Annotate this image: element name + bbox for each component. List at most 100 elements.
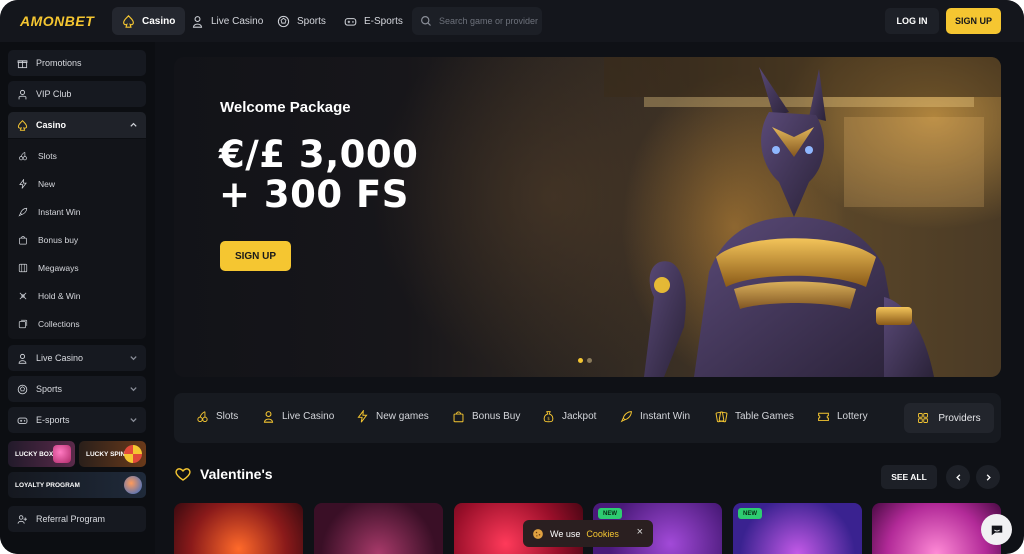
- cookie-text: We use: [550, 528, 581, 539]
- chat-button[interactable]: [981, 514, 1012, 545]
- dealer-icon: [263, 411, 274, 423]
- sidebar-item-label: Promotions: [36, 58, 82, 68]
- anubis-illustration: [604, 57, 1001, 377]
- category-live-casino[interactable]: Live Casino: [262, 410, 334, 423]
- nav-tab-label: E-Sports: [364, 15, 403, 27]
- submenu-item-label: Bonus buy: [38, 235, 79, 245]
- submenu-item-bonus-buy[interactable]: Bonus buy: [18, 230, 78, 250]
- nav-tab-esports[interactable]: E-Sports: [334, 7, 413, 35]
- sidebar-item-live-casino[interactable]: Live Casino: [8, 345, 146, 371]
- category-label: Live Casino: [282, 411, 335, 422]
- hero-amount: €/£ 3,000 + 300 FS: [219, 135, 418, 215]
- nav-tab-live-casino[interactable]: Live Casino: [181, 7, 273, 35]
- cookie-icon: [533, 528, 543, 539]
- search-box[interactable]: [412, 7, 542, 35]
- submenu-item-label: Instant Win: [38, 207, 81, 217]
- app-window: AMONBET Casino Live Casino Sports E-Spor…: [0, 0, 1024, 554]
- category-slots[interactable]: Slots: [196, 410, 238, 423]
- section-title-text: Valentine's: [200, 466, 273, 482]
- sidebar-item-esports[interactable]: E-sports: [8, 407, 146, 433]
- signup-button[interactable]: SIGN UP: [946, 8, 1001, 34]
- sidebar-item-label: E-sports: [36, 415, 70, 425]
- section-title: Valentine's: [174, 466, 273, 482]
- gamepad-icon: [17, 417, 28, 424]
- slide-dot[interactable]: [587, 358, 592, 363]
- promo-card-lucky-box[interactable]: LUCKY BOX: [8, 441, 75, 467]
- brand-logo[interactable]: AMONBET: [20, 13, 94, 29]
- sidebar-item-label: Sports: [36, 384, 63, 394]
- nav-tab-casino[interactable]: Casino: [112, 7, 186, 35]
- providers-button[interactable]: Providers: [904, 403, 994, 433]
- category-label: Jackpot: [562, 411, 597, 422]
- prev-button[interactable]: [946, 465, 970, 489]
- bolt-icon: [357, 410, 368, 423]
- hearts-icon: [175, 468, 191, 481]
- category-bonus-buy[interactable]: Bonus Buy: [452, 410, 520, 423]
- category-lottery[interactable]: Lottery: [817, 410, 868, 423]
- category-instant-win[interactable]: Instant Win: [620, 410, 690, 423]
- grid-icon: [918, 413, 929, 423]
- chevron-down-icon: [130, 418, 137, 423]
- bag-icon: [453, 411, 464, 423]
- sidebar-item-casino[interactable]: Casino: [8, 112, 146, 138]
- sidebar-item-label: Referral Program: [36, 514, 106, 524]
- bolt-icon: [19, 179, 27, 189]
- category-jackpot[interactable]: $ Jackpot: [542, 410, 596, 423]
- submenu-item-hold-win[interactable]: Hold & Win: [18, 286, 81, 306]
- login-button[interactable]: LOG IN: [885, 8, 939, 34]
- category-bar: Slots Live Casino New games Bonus Buy $ …: [174, 393, 1001, 443]
- sidebar-item-vip-club[interactable]: VIP Club: [8, 81, 146, 107]
- loyalty-icon: [124, 476, 142, 494]
- slide-indicator: [578, 358, 592, 363]
- hero-title: Welcome Package: [220, 99, 351, 116]
- sidebar-item-sports[interactable]: Sports: [8, 376, 146, 402]
- promo-card-label: LOYALTY PROGRAM: [15, 481, 80, 489]
- hero-banner[interactable]: Welcome Package €/£ 3,000 + 300 FS SIGN …: [174, 57, 1001, 377]
- sidebar-item-label: Casino: [36, 120, 67, 130]
- game-tile[interactable]: [174, 503, 303, 554]
- next-button[interactable]: [976, 465, 1000, 489]
- svg-text:$: $: [547, 416, 550, 421]
- submenu-item-instant-win[interactable]: Instant Win: [18, 202, 81, 222]
- top-bar: AMONBET Casino Live Casino Sports E-Spor…: [0, 0, 1024, 42]
- category-table-games[interactable]: Table Games: [715, 410, 794, 423]
- submenu-item-new[interactable]: New: [18, 174, 55, 194]
- grid-icon: [18, 263, 28, 273]
- submenu-item-slots[interactable]: Slots: [18, 146, 57, 166]
- see-all-button[interactable]: SEE ALL: [881, 465, 937, 489]
- game-tile[interactable]: [314, 503, 443, 554]
- promo-card-lucky-spin[interactable]: LUCKY SPIN: [79, 441, 146, 467]
- chat-icon: [991, 525, 1002, 535]
- cookie-link[interactable]: Cookies: [586, 529, 619, 539]
- category-label: New games: [376, 411, 429, 422]
- dealer-icon: [192, 15, 203, 28]
- category-label: Lottery: [837, 411, 868, 422]
- category-label: Slots: [216, 411, 239, 422]
- search-icon: [421, 16, 431, 26]
- hero-amount-line-1: €/£ 3,000: [219, 133, 419, 176]
- dealer-icon: [18, 353, 27, 364]
- nav-tab-sports[interactable]: Sports: [267, 7, 336, 35]
- sidebar-item-referral[interactable]: Referral Program: [8, 506, 146, 532]
- submenu-item-label: Collections: [38, 319, 80, 329]
- slide-dot[interactable]: [578, 358, 583, 363]
- spade-icon: [17, 119, 28, 131]
- search-input[interactable]: [439, 16, 539, 26]
- hero-signup-button[interactable]: SIGN UP: [220, 241, 291, 271]
- submenu-item-megaways[interactable]: Megaways: [18, 258, 79, 278]
- sidebar-item-label: VIP Club: [36, 89, 72, 99]
- submenu-item-label: Hold & Win: [38, 291, 81, 301]
- submenu-item-label: New: [38, 179, 56, 189]
- sidebar-item-promotions[interactable]: Promotions: [8, 50, 146, 76]
- chevron-up-icon: [130, 122, 137, 127]
- cookie-close-button[interactable]: ×: [637, 526, 643, 538]
- cross-icon: [19, 292, 27, 300]
- category-new-games[interactable]: New games: [356, 410, 429, 423]
- submenu-item-collections[interactable]: Collections: [18, 314, 80, 334]
- rocket-icon: [620, 411, 632, 423]
- nav-tab-label: Sports: [297, 15, 326, 27]
- cherry-icon: [19, 151, 27, 161]
- rocket-icon: [18, 207, 28, 217]
- promo-card-loyalty[interactable]: LOYALTY PROGRAM: [8, 472, 146, 498]
- ball-icon: [277, 15, 290, 27]
